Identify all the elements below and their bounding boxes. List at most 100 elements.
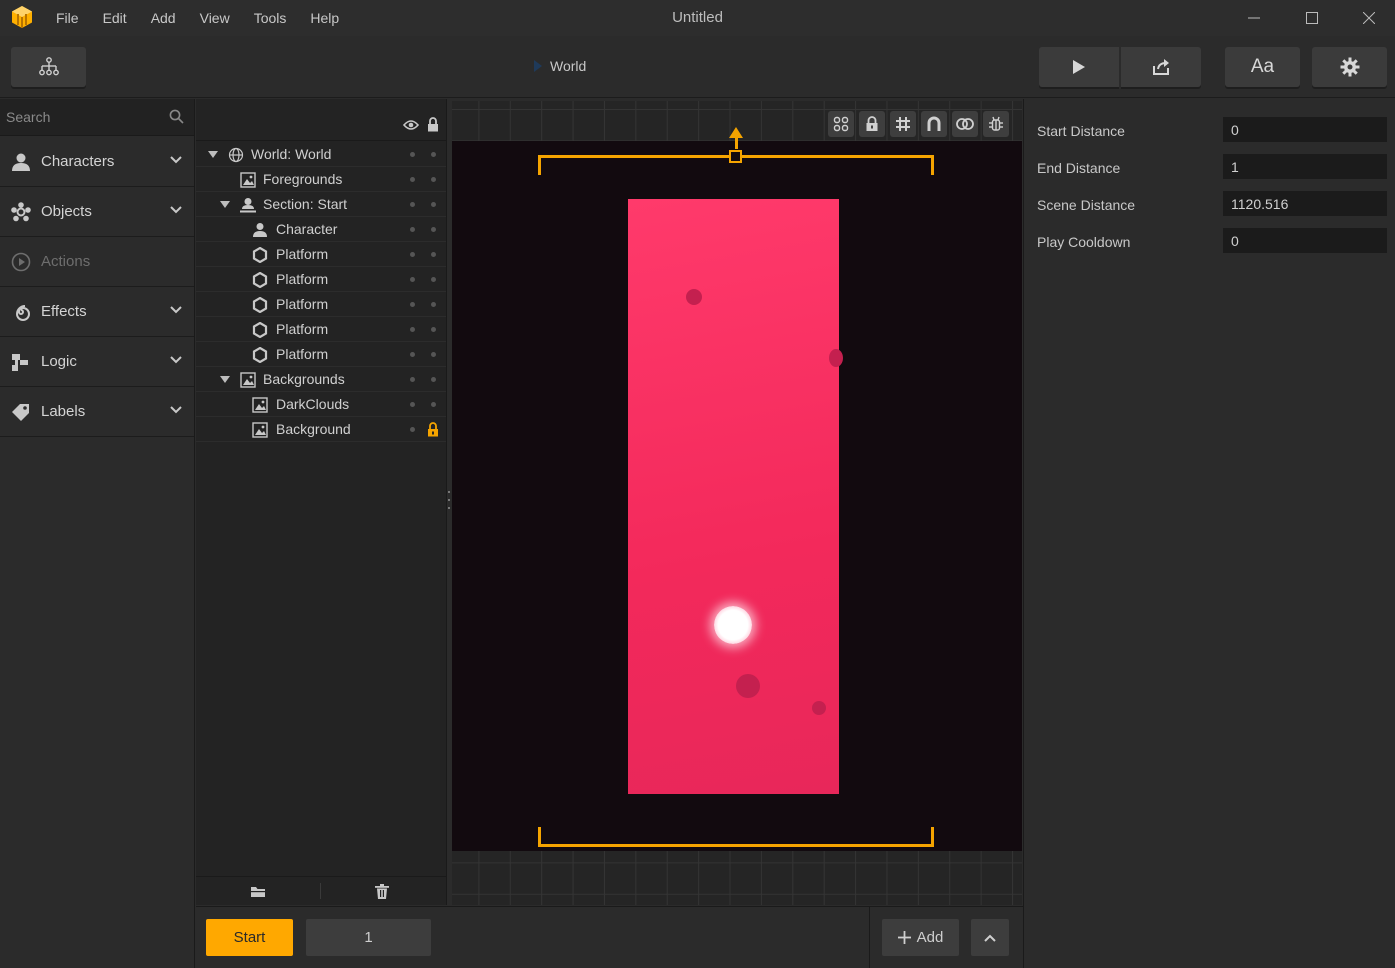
- hierarchy-row-foregrounds[interactable]: Foregrounds: [196, 167, 446, 192]
- end-distance-field[interactable]: [1223, 154, 1387, 179]
- visibility-dot[interactable]: [410, 327, 415, 332]
- hexagon-icon: [252, 322, 268, 338]
- debug-tool-button[interactable]: [983, 111, 1009, 137]
- visibility-dot[interactable]: [410, 352, 415, 357]
- search-icon[interactable]: [169, 109, 184, 124]
- group-tool-button[interactable]: [828, 111, 854, 137]
- play-cooldown-field[interactable]: [1223, 228, 1387, 253]
- image-icon: [252, 422, 268, 438]
- hierarchy-label: DarkClouds: [276, 396, 350, 412]
- hierarchy-row-character[interactable]: Character: [196, 217, 446, 242]
- play-button[interactable]: [1039, 47, 1119, 87]
- lock-icon[interactable]: [427, 422, 439, 437]
- visibility-dot[interactable]: [410, 227, 415, 232]
- scene-distance-label: Scene Distance: [1037, 197, 1136, 213]
- visibility-dot[interactable]: [410, 252, 415, 257]
- background-object[interactable]: [628, 199, 843, 794]
- hierarchy-row-platform[interactable]: Platform: [196, 342, 446, 367]
- hierarchy-row-backgrounds[interactable]: Backgrounds: [196, 367, 446, 392]
- scene-canvas[interactable]: [452, 101, 1022, 905]
- lock-dot[interactable]: [431, 352, 436, 357]
- scene-viewport[interactable]: [452, 127, 1022, 851]
- expand-arrow-icon[interactable]: [220, 376, 230, 383]
- visibility-dot[interactable]: [410, 302, 415, 307]
- expand-up-button[interactable]: [971, 919, 1009, 956]
- start-distance-field[interactable]: [1223, 117, 1387, 142]
- trash-icon[interactable]: [375, 884, 389, 899]
- menu-help[interactable]: Help: [298, 0, 351, 36]
- lock-dot[interactable]: [431, 252, 436, 257]
- eye-icon[interactable]: [403, 119, 419, 131]
- hierarchy-row-platform[interactable]: Platform: [196, 242, 446, 267]
- hierarchy-row-background[interactable]: Background: [196, 417, 446, 442]
- category-logic[interactable]: Logic: [0, 337, 194, 387]
- lock-dot[interactable]: [431, 152, 436, 157]
- close-button[interactable]: [1341, 0, 1395, 36]
- lock-dot[interactable]: [431, 277, 436, 282]
- menu-file[interactable]: File: [44, 0, 91, 36]
- chevron-up-icon: [984, 934, 996, 942]
- hierarchy-row-platform[interactable]: Platform: [196, 317, 446, 342]
- unlock-tool-button[interactable]: [859, 111, 885, 137]
- lock-dot[interactable]: [431, 377, 436, 382]
- search-input[interactable]: [0, 99, 160, 135]
- category-objects[interactable]: Objects: [0, 187, 194, 237]
- person-icon: [12, 153, 30, 171]
- menu-add[interactable]: Add: [139, 0, 188, 36]
- visibility-dot[interactable]: [410, 427, 415, 432]
- unlock-icon: [866, 116, 878, 131]
- add-section-button[interactable]: Add: [882, 919, 959, 956]
- expand-arrow-icon[interactable]: [220, 201, 230, 208]
- image-icon: [240, 372, 256, 388]
- visibility-dot[interactable]: [410, 202, 415, 207]
- lock-icon[interactable]: [427, 117, 439, 132]
- visibility-dot[interactable]: [410, 277, 415, 282]
- maximize-button[interactable]: [1284, 0, 1340, 36]
- visibility-dot[interactable]: [410, 152, 415, 157]
- hierarchy-row-world[interactable]: World: World: [196, 142, 446, 167]
- lock-dot[interactable]: [431, 202, 436, 207]
- menu-edit[interactable]: Edit: [91, 0, 139, 36]
- hierarchy-row-platform[interactable]: Platform: [196, 267, 446, 292]
- character-ball[interactable]: [714, 606, 752, 644]
- person-icon: [253, 223, 267, 237]
- folder-icon[interactable]: [250, 885, 266, 898]
- cloud-blob: [686, 289, 702, 305]
- section-drag-handle[interactable]: [729, 150, 742, 163]
- lock-dot[interactable]: [431, 327, 436, 332]
- scene-distance-field[interactable]: [1223, 191, 1387, 216]
- chevron-down-icon: [170, 306, 182, 314]
- menu-view[interactable]: View: [188, 0, 242, 36]
- share-button[interactable]: [1121, 47, 1201, 87]
- lock-dot[interactable]: [431, 302, 436, 307]
- section-number-button[interactable]: 1: [306, 919, 431, 956]
- category-characters[interactable]: Characters: [0, 137, 194, 187]
- minimize-button[interactable]: [1226, 0, 1282, 36]
- expand-arrow-icon[interactable]: [208, 151, 218, 158]
- visibility-dot[interactable]: [410, 177, 415, 182]
- chevron-down-icon: [170, 156, 182, 164]
- visibility-dot[interactable]: [410, 377, 415, 382]
- move-up-arrow-icon[interactable]: [729, 127, 743, 138]
- snap-tool-button[interactable]: [921, 111, 947, 137]
- hierarchy-row-darkclouds[interactable]: DarkClouds: [196, 392, 446, 417]
- category-labels[interactable]: Labels: [0, 387, 194, 437]
- hierarchy-toggle-button[interactable]: [11, 47, 86, 87]
- lock-dot[interactable]: [431, 402, 436, 407]
- hierarchy-label: Platform: [276, 271, 329, 287]
- font-button[interactable]: Aa: [1225, 47, 1300, 87]
- breadcrumb-world[interactable]: World: [550, 58, 586, 74]
- section-end-bracket[interactable]: [538, 827, 934, 847]
- hierarchy-row-section-start[interactable]: Section: Start: [196, 192, 446, 217]
- section-start-button[interactable]: Start: [206, 919, 293, 956]
- plus-icon: [897, 931, 911, 944]
- grid-tool-button[interactable]: [890, 111, 916, 137]
- lock-dot[interactable]: [431, 177, 436, 182]
- lock-dot[interactable]: [431, 227, 436, 232]
- hierarchy-row-platform[interactable]: Platform: [196, 292, 446, 317]
- link-tool-button[interactable]: [952, 111, 978, 137]
- menu-tools[interactable]: Tools: [242, 0, 299, 36]
- settings-button[interactable]: [1312, 47, 1387, 87]
- visibility-dot[interactable]: [410, 402, 415, 407]
- category-effects[interactable]: Effects: [0, 287, 194, 337]
